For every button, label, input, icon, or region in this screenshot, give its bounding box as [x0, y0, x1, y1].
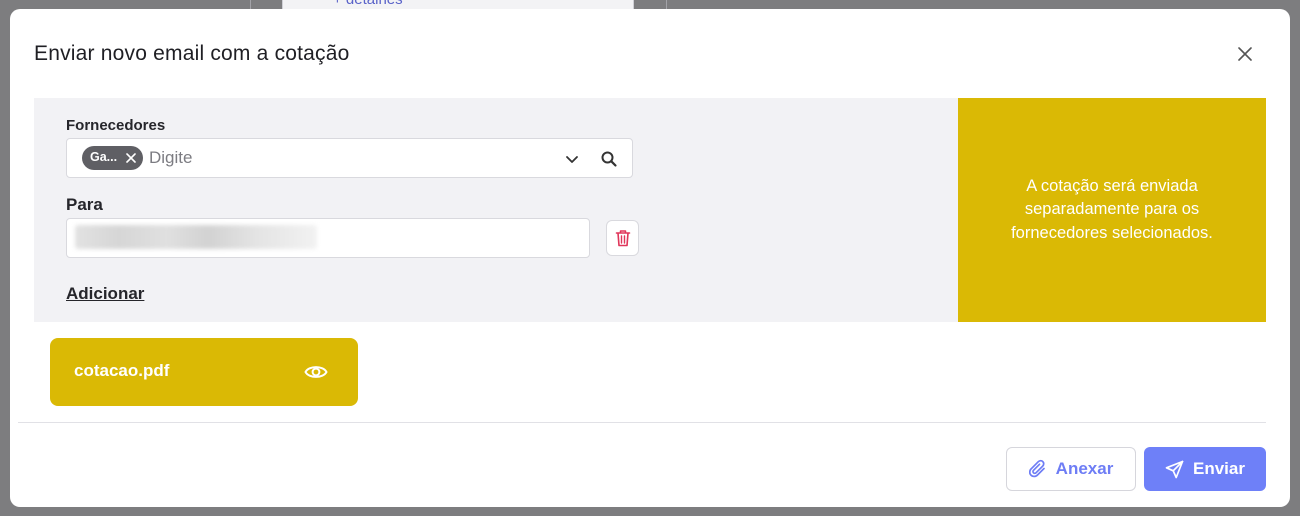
add-recipient-link[interactable]: Adicionar	[66, 284, 144, 304]
send-icon	[1165, 460, 1184, 479]
recipients-form: Fornecedores Ga... Digite Para Adicionar	[34, 98, 958, 322]
remove-recipient-button[interactable]	[606, 220, 639, 256]
background-details-link: + detalhes	[333, 0, 403, 8]
chevron-down-icon	[566, 156, 578, 163]
eye-icon	[304, 366, 328, 378]
search-button[interactable]	[600, 150, 618, 168]
to-label: Para	[66, 195, 103, 214]
dropdown-toggle[interactable]	[563, 150, 581, 168]
chip-remove-button[interactable]	[125, 152, 137, 164]
paperclip-icon	[1028, 459, 1047, 479]
to-email-field[interactable]	[66, 218, 590, 258]
supplier-search-input[interactable]	[149, 146, 549, 170]
attach-button[interactable]: Anexar	[1006, 447, 1136, 491]
suppliers-select[interactable]: Ga...	[66, 138, 633, 178]
preview-attachment-button[interactable]	[303, 360, 329, 384]
close-icon	[1238, 47, 1252, 61]
info-message: A cotação será enviada separadamente par…	[1011, 176, 1213, 242]
info-notice: A cotação será enviada separadamente par…	[958, 98, 1266, 322]
search-icon	[601, 151, 617, 167]
attachment-card[interactable]: cotacao.pdf	[50, 338, 358, 406]
close-button[interactable]	[1234, 43, 1256, 65]
attachment-file-name: cotacao.pdf	[74, 361, 170, 380]
trash-icon	[615, 230, 630, 247]
suppliers-label: Fornecedores	[66, 117, 166, 134]
close-icon	[126, 153, 136, 163]
modal-title: Enviar novo email com a cotação	[34, 42, 350, 65]
supplier-chip: Ga...	[82, 146, 143, 170]
send-button-label: Enviar	[1193, 459, 1245, 478]
obscured-email	[75, 225, 317, 249]
send-button[interactable]: Enviar	[1144, 447, 1266, 491]
supplier-chip-label: Ga...	[90, 150, 118, 164]
footer-divider	[18, 422, 1266, 423]
send-email-modal: Enviar novo email com a cotação Forneced…	[10, 9, 1290, 507]
attach-button-label: Anexar	[1055, 459, 1114, 478]
